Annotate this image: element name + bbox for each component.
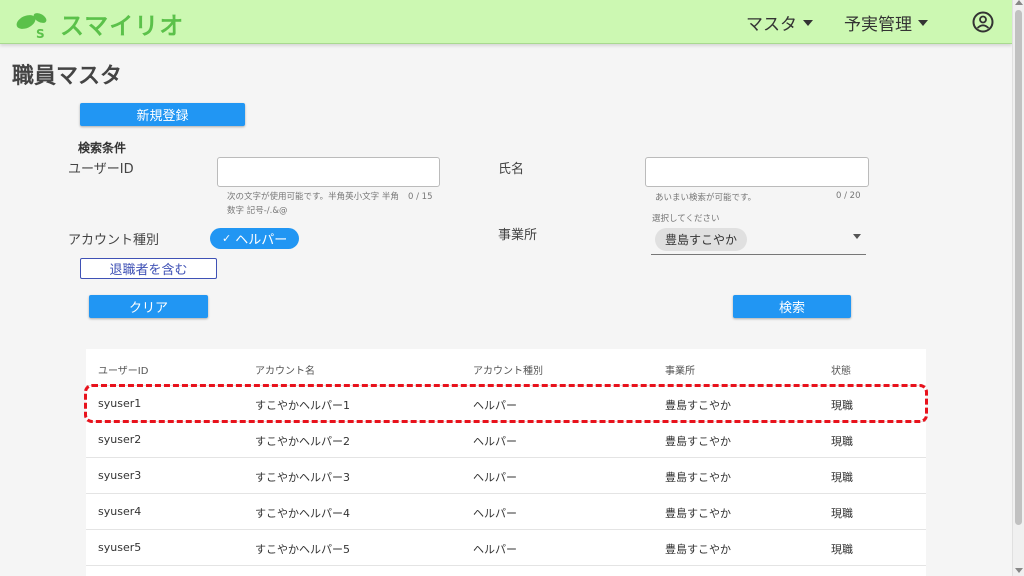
account-type-chip-label: ヘルパー xyxy=(235,233,288,248)
user-id-input[interactable] xyxy=(217,157,440,187)
cell-status: 現職 xyxy=(831,543,853,556)
menu-master-label: マスタ xyxy=(746,15,797,35)
menu-master[interactable]: マスタ xyxy=(746,10,813,35)
office-selected-chip[interactable]: 豊島すこやか xyxy=(655,228,748,251)
cell-account-name: すこやかヘルパー4 xyxy=(255,507,350,520)
account-circle-icon[interactable] xyxy=(972,11,994,33)
scrollbar-thumb[interactable] xyxy=(1015,10,1022,525)
logo[interactable]: S スマイリオ xyxy=(14,6,184,41)
caret-down-icon xyxy=(803,19,813,26)
cell-status: 現職 xyxy=(831,471,853,484)
select-caret-down-icon[interactable] xyxy=(853,234,861,239)
caret-down-icon xyxy=(918,19,928,26)
leaf-logo-icon: S xyxy=(14,8,54,41)
cell-account-type: ヘルパー xyxy=(473,435,517,448)
cell-user-id: syuser3 xyxy=(98,469,142,482)
cell-office: 豊島すこやか xyxy=(665,435,731,448)
name-counter: 0 / 20 xyxy=(836,191,861,201)
header-status[interactable]: 状態 xyxy=(831,362,851,377)
check-icon: ✓ xyxy=(222,232,232,245)
cell-account-type: ヘルパー xyxy=(473,507,517,520)
name-label: 氏名 xyxy=(498,162,525,177)
account-type-label: アカウント種別 xyxy=(68,233,160,248)
page-title: 職員マスタ xyxy=(12,64,123,89)
new-registration-button[interactable]: 新規登録 xyxy=(80,103,245,126)
header-account-type[interactable]: アカウント種別 xyxy=(473,362,543,377)
cell-account-type: ヘルパー xyxy=(473,471,517,484)
highlight-annotation xyxy=(84,384,928,423)
cell-account-name: すこやかヘルパー5 xyxy=(255,543,350,556)
account-type-chip-helper[interactable]: ✓ ヘルパー xyxy=(210,228,300,249)
cell-user-id: syuser2 xyxy=(98,433,142,446)
app-bar: S スマイリオ マスタ 予実管理 xyxy=(0,0,1012,44)
name-hint: あいまい検索が可能です。 xyxy=(655,193,757,203)
table-divider xyxy=(86,565,926,566)
name-input[interactable] xyxy=(645,157,869,187)
cell-status: 現職 xyxy=(831,507,853,520)
include-retired-toggle[interactable]: 退職者を含む xyxy=(80,258,217,279)
menu-budget-actual-label: 予実管理 xyxy=(844,15,912,35)
user-id-counter: 0 / 15 xyxy=(408,192,433,202)
scroll-up-arrow-icon[interactable] xyxy=(1015,0,1023,5)
svg-text:S: S xyxy=(36,27,45,40)
cell-account-type: ヘルパー xyxy=(473,543,517,556)
menu-budget-actual[interactable]: 予実管理 xyxy=(844,10,928,35)
logo-text: スマイリオ xyxy=(60,12,185,40)
search-button[interactable]: 検索 xyxy=(733,295,851,318)
cell-user-id: syuser4 xyxy=(98,505,142,518)
header-user-id[interactable]: ユーザーID xyxy=(98,362,148,377)
cell-office: 豊島すこやか xyxy=(665,543,731,556)
cell-office: 豊島すこやか xyxy=(665,471,731,484)
cell-office: 豊島すこやか xyxy=(665,507,731,520)
cell-account-name: すこやかヘルパー2 xyxy=(255,435,350,448)
header-office[interactable]: 事業所 xyxy=(665,362,695,377)
scrollbar[interactable] xyxy=(1012,0,1024,576)
cell-status: 現職 xyxy=(831,435,853,448)
scroll-down-arrow-icon[interactable] xyxy=(1015,568,1023,573)
office-label: 事業所 xyxy=(498,228,538,243)
clear-button[interactable]: クリア xyxy=(89,295,208,318)
user-id-label: ユーザーID xyxy=(68,162,134,177)
user-id-hint: 次の文字が使用可能です。半角英小文字 半角数字 記号-/.&@ xyxy=(227,192,399,216)
search-conditions-heading: 検索条件 xyxy=(78,141,127,155)
cell-account-name: すこやかヘルパー3 xyxy=(255,471,350,484)
header-account-name[interactable]: アカウント名 xyxy=(255,362,315,377)
cell-user-id: syuser5 xyxy=(98,541,142,554)
